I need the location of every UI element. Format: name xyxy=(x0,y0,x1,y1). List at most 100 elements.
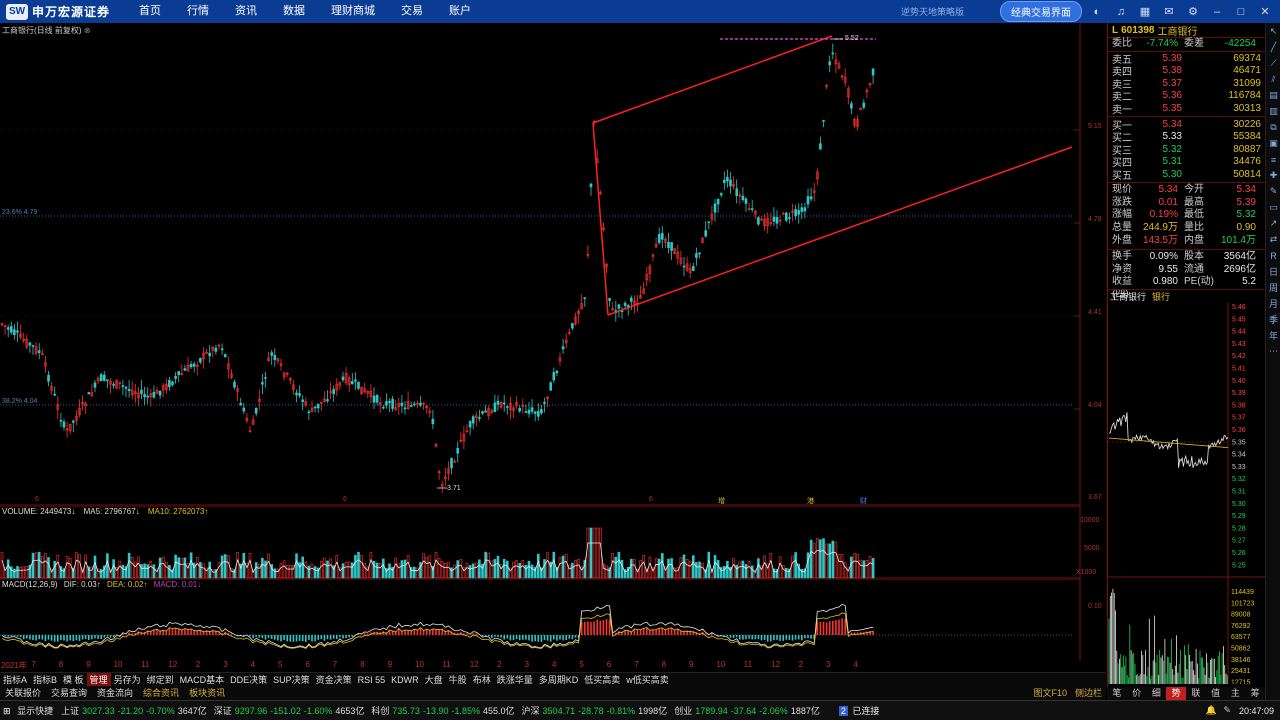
indicator-tab[interactable]: 指标A xyxy=(0,673,30,687)
minimize-icon[interactable]: – xyxy=(1208,4,1226,20)
message-icon[interactable]: ✉ xyxy=(1160,4,1178,20)
indicator-tab[interactable]: KDWR xyxy=(388,673,422,687)
close-icon[interactable]: ✕ xyxy=(1256,4,1274,20)
ray-tool-icon[interactable]: ⟋ xyxy=(1267,57,1280,70)
event-marker[interactable]: 财 xyxy=(860,496,867,506)
f10-button[interactable]: 图文F10 xyxy=(1033,686,1067,700)
indicator-tab[interactable]: MACD基本 xyxy=(177,673,228,687)
indicator-tab[interactable]: RSI 55 xyxy=(355,673,389,687)
info-tab[interactable]: 交易查询 xyxy=(46,686,92,700)
indicator-tab[interactable]: 资金决策 xyxy=(313,673,355,687)
nav-home[interactable]: 首页 xyxy=(126,0,174,23)
period-year-icon[interactable]: 年 xyxy=(1267,329,1280,342)
macd-chart[interactable] xyxy=(0,579,1106,661)
intraday-chart[interactable]: 5.46 5.45 5.44 5.43 5.42 5.41 5.40 5.39 5.38 5.37… xyxy=(1108,302,1266,684)
info-tab[interactable]: 综合资讯 xyxy=(138,686,184,700)
event-marker[interactable]: 6 xyxy=(649,496,653,503)
index-quote[interactable]: 深证 9297.96 -151.02 -1.60% 4653亿 xyxy=(214,706,368,716)
quote-tab[interactable]: 值 xyxy=(1206,687,1226,700)
kline-chart-area[interactable]: 工商银行(日线 前复权) ⊗ 5.15 4.78 4.41 4.04 3.67 … xyxy=(0,23,1106,697)
nav-data[interactable]: 数据 xyxy=(270,0,318,23)
classic-trade-button[interactable]: 经典交易界面 xyxy=(1000,1,1082,22)
indicator-tab[interactable]: 布林 xyxy=(470,673,494,687)
compare-tool-icon[interactable]: ⧉ xyxy=(1267,121,1280,134)
nav-trade[interactable]: 交易 xyxy=(388,0,436,23)
info-tab[interactable]: 资金流向 xyxy=(92,686,138,700)
line-tool-icon[interactable]: ╱ xyxy=(1267,41,1280,54)
index-quote[interactable]: 科创 735.73 -13.90 -1.85% 455.0亿 xyxy=(371,706,517,716)
event-marker[interactable]: 6 xyxy=(35,496,39,503)
quote-tab[interactable]: 笔 xyxy=(1107,687,1127,700)
notes-icon[interactable]: ✎ xyxy=(1223,705,1231,715)
indicator-tab[interactable]: 管理 xyxy=(86,672,111,687)
more-tools-icon[interactable]: ⋯ xyxy=(1267,345,1280,358)
chart-settings-icon[interactable]: ⊗ xyxy=(84,26,91,35)
event-marker[interactable]: 港 xyxy=(807,496,814,506)
event-marker[interactable]: 增 xyxy=(718,496,725,506)
sound-icon[interactable]: 🔔 xyxy=(1206,705,1217,715)
indicator-tab[interactable]: 低买高卖 xyxy=(581,673,623,687)
indicator-tab[interactable]: 另存为 xyxy=(111,673,144,687)
quote-tab[interactable]: 细 xyxy=(1147,687,1167,700)
quote-tab[interactable]: 价 xyxy=(1127,687,1147,700)
nav-wealth-mall[interactable]: 理财商城 xyxy=(318,0,388,23)
index-quote[interactable]: 上证 3027.33 -21.20 -0.70% 3647亿 xyxy=(61,706,210,716)
nav-account[interactable]: 账户 xyxy=(436,0,484,23)
volume-chart[interactable] xyxy=(0,506,1106,579)
maximize-icon[interactable]: □ xyxy=(1232,4,1250,20)
cross-tool-icon[interactable]: ✚ xyxy=(1267,169,1280,182)
channel-upper-line[interactable] xyxy=(592,35,833,124)
indicator-tab[interactable]: 模 板 xyxy=(60,673,87,687)
compare-line-icon[interactable]: ⇄ xyxy=(1267,233,1280,246)
info-tab[interactable]: 关联报价 xyxy=(0,686,46,700)
info-tab[interactable]: 板块资讯 xyxy=(184,686,230,700)
period-week-icon[interactable]: 周 xyxy=(1267,281,1280,294)
event-marker[interactable]: 6 xyxy=(343,496,347,503)
pen-tool-icon[interactable]: ✎ xyxy=(1267,185,1280,198)
index-quote[interactable]: 沪深 3504.71 -28.78 -0.81% 1998亿 xyxy=(522,706,671,716)
macd-title: MACD(12,26,9) xyxy=(2,580,58,589)
period-quarter-icon[interactable]: 季 xyxy=(1267,313,1280,326)
show-shortcut-toggle[interactable]: ⊞ 显示快捷 xyxy=(3,704,57,717)
candle-body xyxy=(350,381,354,385)
channel-lower-line[interactable] xyxy=(607,146,1073,316)
chart-tool-icon[interactable]: ▥ xyxy=(1267,105,1280,118)
rise-tool-icon[interactable]: ↗ xyxy=(1267,217,1280,230)
rsi-tool-icon[interactable]: R xyxy=(1267,249,1280,262)
quote-tab[interactable]: 联 xyxy=(1186,687,1206,700)
indicator-tab[interactable]: 多周期KD xyxy=(536,673,582,687)
theme-icon[interactable]: ◐ xyxy=(1088,4,1106,20)
mini-sector[interactable]: 银行 xyxy=(1152,290,1170,302)
indicator-tab[interactable]: 跌涨华量 xyxy=(494,673,536,687)
quote-tab[interactable]: 主 xyxy=(1226,687,1246,700)
grid-icon[interactable]: ▦ xyxy=(1136,4,1154,20)
indicator-tab[interactable]: 指标B xyxy=(30,673,60,687)
quote-tab[interactable]: 筹 xyxy=(1245,687,1265,700)
nav-news[interactable]: 资讯 xyxy=(222,0,270,23)
indicator-tab[interactable]: 牛股 xyxy=(446,673,470,687)
channel-tool-icon[interactable]: ⫽ xyxy=(1267,73,1280,86)
index-quote[interactable]: 创业 1789.94 -37.64 -2.06% 1887亿 xyxy=(674,706,823,716)
bid-row[interactable]: 买五 5.30 50814 xyxy=(1108,168,1265,182)
layout-tool-icon[interactable]: ▭ xyxy=(1267,201,1280,214)
nav-market[interactable]: 行情 xyxy=(174,0,222,23)
grid-tool-icon[interactable]: ▤ xyxy=(1267,89,1280,102)
indicator-tab[interactable]: SUP决策 xyxy=(270,673,313,687)
indicator-tab[interactable]: w低买高卖 xyxy=(623,673,672,687)
candlestick-chart[interactable] xyxy=(0,23,1106,506)
period-day-icon[interactable]: 日 xyxy=(1267,265,1280,278)
ask-row[interactable]: 卖一 5.35 30313 xyxy=(1108,102,1265,116)
channel-start-line[interactable] xyxy=(592,122,609,316)
settings-icon[interactable]: ⚙ xyxy=(1184,4,1202,20)
indicator-tab[interactable]: DDE决策 xyxy=(227,673,270,687)
indicator-tab[interactable]: 大盘 xyxy=(422,673,446,687)
quote-tab[interactable]: 势 xyxy=(1166,687,1186,700)
period-month-icon[interactable]: 月 xyxy=(1267,297,1280,310)
indicator-tab[interactable]: 绑定到 xyxy=(144,673,177,687)
cursor-tool-icon[interactable]: ↖ xyxy=(1267,25,1280,38)
sidebar-button[interactable]: 侧边栏 xyxy=(1075,686,1102,700)
fib-tool-icon[interactable]: ≡ xyxy=(1267,153,1280,166)
window-tool-icon[interactable]: ▣ xyxy=(1267,137,1280,150)
headset-icon[interactable]: ♫ xyxy=(1112,4,1130,20)
candle-body xyxy=(750,208,754,210)
